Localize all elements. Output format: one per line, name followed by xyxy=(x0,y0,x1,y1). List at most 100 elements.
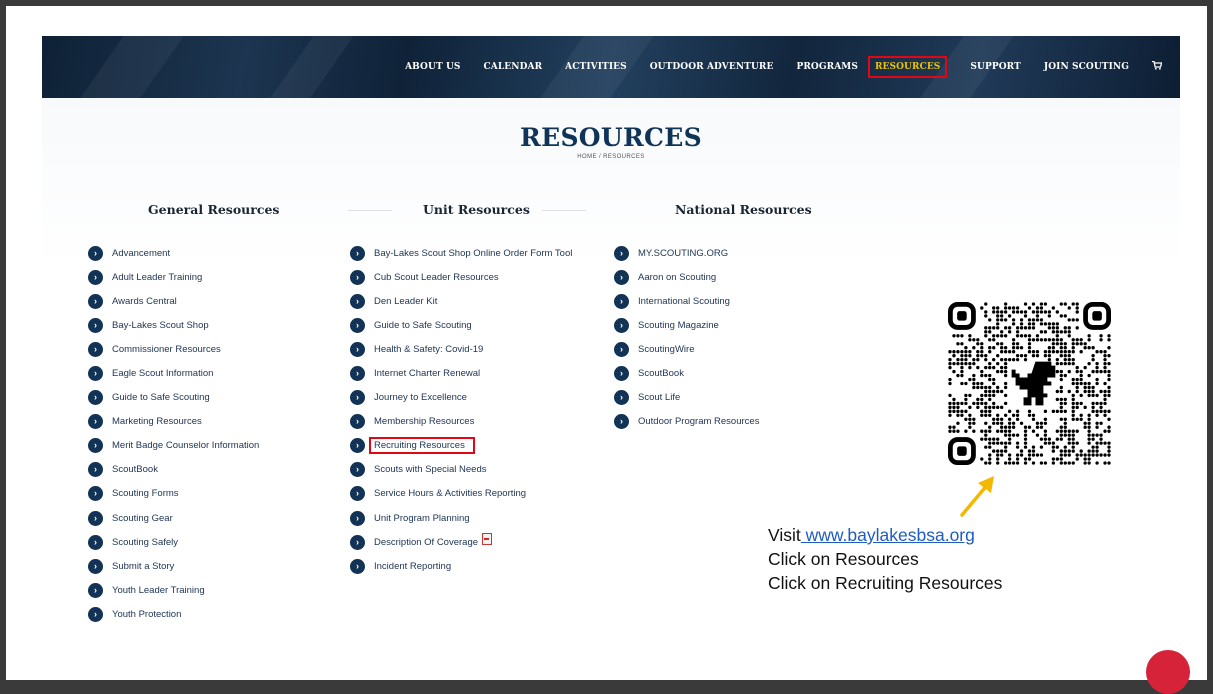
nav-support[interactable]: SUPPORT xyxy=(970,62,1020,72)
nav-join-scouting[interactable]: JOIN SCOUTING xyxy=(1044,62,1129,72)
nav-about-us[interactable]: ABOUT US xyxy=(405,62,460,72)
list-item[interactable]: › Recruiting Resources xyxy=(350,434,572,458)
list-item[interactable]: › Health & Safety: Covid-19 xyxy=(350,337,572,361)
list-item-label[interactable]: Bay-Lakes Scout Shop Online Order Form T… xyxy=(374,248,572,259)
list-item[interactable]: › Awards Central xyxy=(88,289,259,313)
chat-widget-button[interactable] xyxy=(1146,650,1190,694)
chevron-right-circle-icon: › xyxy=(614,269,629,285)
list-item[interactable]: › Guide to Safe Scouting xyxy=(88,386,259,410)
list-item[interactable]: › Scouting Safely xyxy=(88,530,259,554)
cart-icon[interactable] xyxy=(1152,60,1163,73)
website-link[interactable]: www.baylakesbsa.org xyxy=(801,525,975,545)
list-item[interactable]: › MY.SCOUTING.ORG xyxy=(614,241,759,265)
list-item[interactable]: › Bay-Lakes Scout Shop Online Order Form … xyxy=(350,241,572,265)
list-item[interactable]: › Service Hours & Activities Reporting xyxy=(350,482,572,506)
list-item[interactable]: › Commissioner Resources xyxy=(88,337,259,361)
chevron-right-circle-icon: › xyxy=(350,317,365,333)
breadcrumb[interactable]: HOME / RESOURCES xyxy=(42,154,1180,160)
chevron-right-circle-icon: › xyxy=(350,534,365,550)
list-item-label[interactable]: Aaron on Scouting xyxy=(638,272,716,283)
list-item-label[interactable]: Marketing Resources xyxy=(112,416,202,427)
list-item-label[interactable]: International Scouting xyxy=(638,296,730,307)
list-item[interactable]: › Youth Leader Training xyxy=(88,578,259,602)
list-item-label[interactable]: ScoutingWire xyxy=(638,344,695,355)
general-resources-heading: General Resources xyxy=(148,202,280,217)
list-item[interactable]: › Scouting Forms xyxy=(88,482,259,506)
list-item[interactable]: › Unit Program Planning xyxy=(350,506,572,530)
list-item[interactable]: › International Scouting xyxy=(614,289,759,313)
list-item-label[interactable]: Internet Charter Renewal xyxy=(374,368,480,379)
list-item[interactable]: › Adult Leader Training xyxy=(88,265,259,289)
list-item[interactable]: › Scouts with Special Needs xyxy=(350,458,572,482)
list-item-label[interactable]: Outdoor Program Resources xyxy=(638,416,759,427)
list-item-label[interactable]: ScoutBook xyxy=(112,464,158,475)
list-item-label[interactable]: Scouts with Special Needs xyxy=(374,464,486,475)
qr-code-icon xyxy=(948,302,1111,465)
list-item-label[interactable]: Unit Program Planning xyxy=(374,513,470,524)
list-item[interactable]: › Scouting Magazine xyxy=(614,313,759,337)
chevron-right-circle-icon: › xyxy=(88,462,103,478)
nav-outdoor-adventure[interactable]: OUTDOOR ADVENTURE xyxy=(650,62,774,72)
list-item[interactable]: › ScoutBook xyxy=(88,458,259,482)
list-item[interactable]: › Outdoor Program Resources xyxy=(614,410,759,434)
list-item-label[interactable]: Commissioner Resources xyxy=(112,344,221,355)
chevron-right-circle-icon: › xyxy=(614,366,629,382)
chevron-right-circle-icon: › xyxy=(88,341,103,357)
list-item-label[interactable]: Recruiting Resources xyxy=(369,437,475,455)
list-item[interactable]: › Internet Charter Renewal xyxy=(350,361,572,385)
list-item[interactable]: › ScoutBook xyxy=(614,361,759,385)
list-item-label[interactable]: Guide to Safe Scouting xyxy=(374,320,472,331)
list-item-label[interactable]: Bay-Lakes Scout Shop xyxy=(112,320,209,331)
list-item-label[interactable]: Eagle Scout Information xyxy=(112,368,213,379)
list-item[interactable]: › Den Leader Kit xyxy=(350,289,572,313)
list-item[interactable]: › Scouting Gear xyxy=(88,506,259,530)
list-item[interactable]: › Journey to Excellence xyxy=(350,386,572,410)
list-item-label[interactable]: Scouting Safely xyxy=(112,537,178,548)
list-item-label[interactable]: Advancement xyxy=(112,248,170,259)
list-item[interactable]: › Aaron on Scouting xyxy=(614,265,759,289)
list-item[interactable]: › Scout Life xyxy=(614,386,759,410)
list-item-label[interactable]: Service Hours & Activities Reporting xyxy=(374,488,526,499)
list-item-label[interactable]: MY.SCOUTING.ORG xyxy=(638,248,728,259)
list-item-label[interactable]: Description Of Coverage xyxy=(374,537,478,548)
list-item-label[interactable]: Youth Leader Training xyxy=(112,585,205,596)
chevron-right-circle-icon: › xyxy=(88,366,103,382)
list-item-label[interactable]: Scouting Forms xyxy=(112,488,179,499)
list-item-label[interactable]: Journey to Excellence xyxy=(374,392,467,403)
list-item-label[interactable]: Scouting Gear xyxy=(112,513,173,524)
list-item[interactable]: › Youth Protection xyxy=(88,602,259,626)
nav-programs[interactable]: PROGRAMS xyxy=(796,62,858,72)
list-item-label[interactable]: Scouting Magazine xyxy=(638,320,719,331)
list-item[interactable]: › Description Of Coverage xyxy=(350,530,572,554)
list-item-label[interactable]: Scout Life xyxy=(638,392,680,403)
list-item-label[interactable]: ScoutBook xyxy=(638,368,684,379)
list-item[interactable]: › ScoutingWire xyxy=(614,337,759,361)
list-item-label[interactable]: Submit a Story xyxy=(112,561,174,572)
list-item-label[interactable]: Awards Central xyxy=(112,296,177,307)
list-item-label[interactable]: Incident Reporting xyxy=(374,561,451,572)
nav-activities[interactable]: ACTIVITIES xyxy=(565,62,627,72)
list-item[interactable]: › Incident Reporting xyxy=(350,554,572,578)
list-item[interactable]: › Marketing Resources xyxy=(88,410,259,434)
list-item[interactable]: › Advancement xyxy=(88,241,259,265)
list-item-label[interactable]: Adult Leader Training xyxy=(112,272,202,283)
list-item-label[interactable]: Merit Badge Counselor Information xyxy=(112,440,259,451)
nav-resources[interactable]: RESOURCES xyxy=(867,56,948,78)
chevron-right-circle-icon: › xyxy=(350,486,365,502)
list-item[interactable]: › Eagle Scout Information xyxy=(88,361,259,385)
list-item-label[interactable]: Youth Protection xyxy=(112,609,181,620)
top-navigation-bar: ABOUT US CALENDAR ACTIVITIES OUTDOOR ADV… xyxy=(42,36,1180,98)
list-item-label[interactable]: Cub Scout Leader Resources xyxy=(374,272,499,283)
list-item-label[interactable]: Guide to Safe Scouting xyxy=(112,392,210,403)
list-item-label[interactable]: Health & Safety: Covid-19 xyxy=(374,344,483,355)
list-item-label[interactable]: Den Leader Kit xyxy=(374,296,437,307)
list-item[interactable]: › Cub Scout Leader Resources xyxy=(350,265,572,289)
list-item-label[interactable]: Membership Resources xyxy=(374,416,474,427)
list-item[interactable]: › Merit Badge Counselor Information xyxy=(88,434,259,458)
list-item[interactable]: › Membership Resources xyxy=(350,410,572,434)
list-item[interactable]: › Bay-Lakes Scout Shop xyxy=(88,313,259,337)
list-item[interactable]: › Guide to Safe Scouting xyxy=(350,313,572,337)
nav-calendar[interactable]: CALENDAR xyxy=(484,62,543,72)
list-item[interactable]: › Submit a Story xyxy=(88,554,259,578)
heading-divider xyxy=(542,210,586,211)
